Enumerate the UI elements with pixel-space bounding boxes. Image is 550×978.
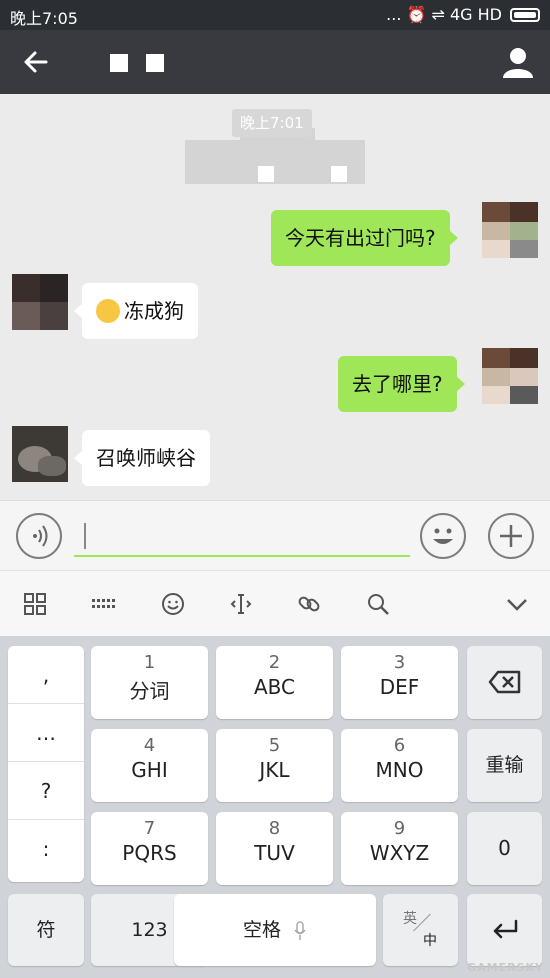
grid-menu-icon[interactable]: [22, 591, 48, 617]
avatar-self[interactable]: [482, 202, 538, 258]
message-timestamp: 晚上7:01: [232, 109, 312, 137]
key-number: 7: [143, 818, 156, 839]
key-number: 2: [268, 652, 281, 673]
text-caret: [84, 523, 86, 549]
chevron-down-icon[interactable]: [504, 591, 530, 617]
status-indicator-text: ... ⏰ ⇌ 4G HD: [386, 5, 502, 24]
key-5[interactable]: 5 JKL: [216, 729, 333, 802]
key-2[interactable]: 2 ABC: [216, 646, 333, 719]
flushed-face-emoji-icon: [96, 298, 120, 323]
redaction-block: [331, 166, 347, 182]
link-icon[interactable]: [296, 591, 322, 617]
symbol-key[interactable]: ?: [8, 762, 84, 820]
message-input[interactable]: [74, 515, 410, 557]
keyboard-toolbar: [0, 570, 550, 636]
key-number: 8: [268, 818, 281, 839]
message-input-bar: [0, 500, 550, 570]
key-number: 1: [143, 652, 156, 673]
message-text: 今天有出过门吗?: [285, 226, 436, 250]
avatar-contact-cat[interactable]: [12, 426, 68, 482]
lang-en-label: 英: [403, 911, 417, 927]
backspace-icon: [488, 670, 520, 694]
key-label: DEF: [379, 675, 420, 699]
symbol-key[interactable]: …: [8, 704, 84, 762]
key-label: PQRS: [122, 841, 177, 865]
space-label: 空格: [242, 919, 281, 941]
emoji-picker-icon[interactable]: [420, 513, 466, 559]
status-time: 晚上7:05: [10, 9, 78, 28]
message-bubble-incoming[interactable]: 召唤师峡谷: [74, 430, 210, 486]
search-icon[interactable]: [365, 591, 391, 617]
key-number: 5: [268, 735, 281, 756]
key-label: ABC: [253, 675, 295, 699]
language-switch-key[interactable]: 英 中: [383, 894, 458, 966]
key-6[interactable]: 6 MNO: [341, 729, 458, 802]
chat-header: [0, 30, 550, 94]
key-label: WXYZ: [369, 841, 430, 865]
symbol-column: , … ? :: [8, 646, 84, 882]
key-7[interactable]: 7 PQRS: [91, 812, 208, 885]
key-number: 6: [393, 735, 406, 756]
more-plus-icon[interactable]: [488, 513, 534, 559]
key-number: 4: [143, 735, 156, 756]
profile-icon[interactable]: [500, 44, 536, 80]
lang-zh-label: 中: [423, 933, 437, 949]
message-bubble-outgoing[interactable]: 去了哪里?: [338, 356, 465, 412]
key-label: MNO: [375, 758, 424, 782]
key-9[interactable]: 9 WXYZ: [341, 812, 458, 885]
key-3[interactable]: 3 DEF: [341, 646, 458, 719]
watermark: GAMERSKY: [467, 961, 544, 974]
avatar-contact[interactable]: [12, 274, 68, 330]
symbols-key[interactable]: 符: [8, 894, 84, 966]
key-label: TUV: [254, 841, 295, 865]
microphone-icon: [294, 920, 306, 940]
key-label: JKL: [259, 758, 290, 782]
status-bar: 晚上7:05 ... ⏰ ⇌ 4G HD: [0, 0, 550, 30]
avatar-self[interactable]: [482, 348, 538, 404]
voice-input-icon[interactable]: [16, 513, 62, 559]
key-number: 9: [393, 818, 406, 839]
status-indicators: ... ⏰ ⇌ 4G HD: [386, 5, 540, 24]
back-arrow-icon[interactable]: [18, 44, 54, 80]
key-1[interactable]: 1 分词: [91, 646, 208, 719]
return-icon: [493, 919, 517, 939]
message-bubble-outgoing[interactable]: 今天有出过门吗?: [271, 210, 458, 266]
key-label: GHI: [131, 758, 168, 782]
redaction-block: [146, 54, 164, 72]
smiley-icon[interactable]: [160, 591, 186, 617]
key-number: 3: [393, 652, 406, 673]
key-label: 分词: [129, 679, 170, 703]
message-text: 召唤师峡谷: [96, 446, 196, 470]
keyboard-switch-icon[interactable]: [90, 591, 116, 617]
key-4[interactable]: 4 GHI: [91, 729, 208, 802]
message-text: 去了哪里?: [352, 372, 443, 396]
message-text: 冻成狗: [124, 299, 184, 323]
cursor-edit-icon[interactable]: [228, 591, 254, 617]
symbol-key[interactable]: :: [8, 820, 84, 878]
redaction-block: [258, 166, 274, 182]
battery-icon: [510, 7, 540, 22]
chat-area[interactable]: 晚上7:01 今天有出过门吗? 冻成狗 去了哪里? 召唤师峡谷: [0, 94, 550, 500]
space-key[interactable]: 空格: [174, 894, 376, 966]
key-0[interactable]: 0: [467, 812, 542, 885]
delete-key[interactable]: [467, 646, 542, 719]
message-bubble-incoming[interactable]: 冻成狗: [74, 283, 198, 339]
redaction-block: [110, 54, 128, 72]
symbol-key[interactable]: ,: [8, 646, 84, 704]
contact-name-redacted: [110, 54, 164, 72]
retype-key[interactable]: 重输: [467, 729, 542, 802]
key-8[interactable]: 8 TUV: [216, 812, 333, 885]
enter-key[interactable]: [467, 894, 542, 966]
t9-keyboard: , … ? : 1 分词 2 ABC 3 DEF 4 GHI 5 JKL 6 MNO 重输 …: [0, 636, 550, 978]
